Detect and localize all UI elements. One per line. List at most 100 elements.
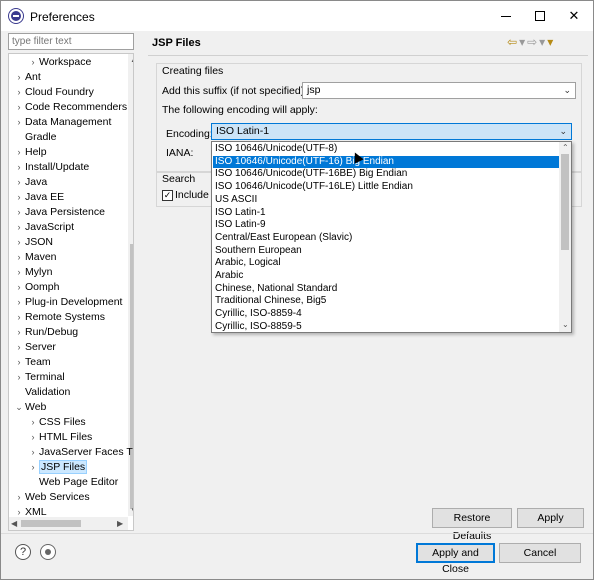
tree-item[interactable]: › Team (13, 355, 51, 370)
scroll-down-icon[interactable]: ▼ (130, 506, 133, 515)
view-menu-icon[interactable]: ▾ (547, 35, 555, 49)
encoding-option[interactable]: ISO Latin-9 (213, 219, 559, 232)
encoding-option[interactable]: Arabic, Logical (213, 257, 559, 270)
forward-menu-icon[interactable]: ▾ (539, 35, 547, 49)
tree-item[interactable]: › Workspace (27, 55, 92, 70)
tree-item[interactable]: › JavaScript (13, 220, 75, 235)
tree-item[interactable]: › JavaServer Faces T (27, 445, 133, 460)
expand-toggle-icon[interactable]: › (13, 220, 25, 235)
expand-toggle-icon[interactable]: › (13, 295, 25, 310)
encoding-option[interactable]: ISO Latin-1 (213, 207, 559, 220)
expand-toggle-icon[interactable]: › (13, 100, 25, 115)
apply-and-close-button[interactable]: Apply and Close (416, 543, 495, 575)
forward-arrow-icon[interactable]: ⇨ (527, 35, 539, 49)
expand-toggle-icon[interactable]: › (13, 490, 25, 505)
suffix-combo[interactable]: jsp ⌄ (302, 82, 576, 99)
help-icon[interactable]: ? (15, 544, 31, 560)
tree-item[interactable]: › Code Recommenders (13, 100, 128, 115)
tree-item[interactable]: › XML (13, 505, 47, 520)
tree-item[interactable]: Web Page Editor (27, 475, 118, 490)
expand-toggle-icon[interactable]: › (13, 370, 25, 385)
expand-toggle-icon[interactable]: › (13, 265, 25, 280)
tree-item[interactable]: › Mylyn (13, 265, 53, 280)
scroll-up-icon[interactable]: ⌃ (562, 143, 569, 152)
expand-toggle-icon[interactable]: › (13, 85, 25, 100)
expand-toggle-icon[interactable]: › (13, 160, 25, 175)
back-menu-icon[interactable]: ▾ (519, 35, 527, 49)
encoding-option[interactable]: Southern European (213, 245, 559, 258)
scroll-left-icon[interactable]: ◀ (11, 519, 17, 528)
expand-toggle-icon[interactable]: › (13, 235, 25, 250)
filter-input[interactable] (8, 33, 134, 50)
scroll-down-icon[interactable]: ⌄ (562, 320, 569, 329)
expand-toggle-icon[interactable]: › (13, 280, 25, 295)
encoding-option[interactable]: Cyrillic, ISO-8859-4 (213, 308, 559, 321)
tree-item[interactable]: › HTML Files (27, 430, 93, 445)
tree-horizontal-scroll-thumb[interactable] (21, 520, 81, 527)
tree-item[interactable]: Validation (13, 385, 70, 400)
expand-toggle-icon[interactable]: › (13, 175, 25, 190)
scroll-right-icon[interactable]: ▶ (117, 519, 123, 528)
tree-item[interactable]: › JSON (13, 235, 54, 250)
encoding-option[interactable]: ISO 10646/Unicode(UTF-16) Big Endian (213, 155, 559, 169)
tree-item[interactable]: › Maven (13, 250, 57, 265)
encoding-option[interactable]: Central/East European (Slavic) (213, 232, 559, 245)
tree-item[interactable]: › Data Management (13, 115, 112, 130)
tree-item[interactable]: › Oomph (13, 280, 60, 295)
scroll-up-icon[interactable]: ▲ (130, 55, 133, 64)
expand-toggle-icon[interactable]: › (13, 115, 25, 130)
encoding-combo[interactable]: ISO Latin-1 ⌄ (211, 123, 572, 140)
expand-toggle-icon[interactable]: › (13, 325, 25, 340)
expand-toggle-icon[interactable]: › (13, 505, 25, 520)
apply-button[interactable]: Apply (517, 508, 584, 528)
dropdown-scroll-thumb[interactable] (561, 154, 569, 250)
include-checkbox[interactable]: ✓ (162, 190, 173, 201)
expand-toggle-icon[interactable]: ⌄ (13, 400, 25, 415)
encoding-option[interactable]: ISO 10646/Unicode(UTF-8) (213, 143, 559, 156)
tree-item[interactable]: › JSP Files (27, 460, 88, 475)
tree-vertical-scroll-thumb[interactable] (130, 244, 133, 509)
open-preference-file-icon[interactable] (40, 544, 56, 560)
expand-toggle-icon[interactable]: › (27, 415, 39, 430)
expand-toggle-icon[interactable]: › (13, 355, 25, 370)
tree-item[interactable]: › Java EE (13, 190, 65, 205)
expand-toggle-icon[interactable]: › (13, 145, 25, 160)
tree-item[interactable]: › CSS Files (27, 415, 86, 430)
expand-toggle-icon[interactable]: › (13, 190, 25, 205)
expand-toggle-icon[interactable]: › (27, 445, 39, 460)
tree-item[interactable]: › Remote Systems (13, 310, 105, 325)
close-button[interactable]: ✕ (557, 1, 591, 31)
tree-item[interactable]: Gradle (13, 130, 57, 145)
tree-item[interactable]: › Run/Debug (13, 325, 79, 340)
tree-item[interactable]: › Web Services (13, 490, 90, 505)
encoding-option[interactable]: Cyrillic, ISO-8859-5 (213, 321, 559, 332)
restore-defaults-button[interactable]: Restore Defaults (432, 508, 512, 542)
expand-toggle-icon[interactable]: › (13, 70, 25, 85)
expand-toggle-icon[interactable]: › (27, 55, 39, 70)
tree-item[interactable]: › Ant (13, 70, 41, 85)
cancel-button[interactable]: Cancel (499, 543, 581, 563)
expand-toggle-icon[interactable]: › (27, 460, 39, 475)
tree-item[interactable]: ⌄ Web (13, 400, 46, 415)
encoding-option[interactable]: Chinese, National Standard (213, 283, 559, 296)
tree-item[interactable]: › Server (13, 340, 56, 355)
expand-toggle-icon[interactable]: › (27, 430, 39, 445)
encoding-option[interactable]: Arabic (213, 270, 559, 283)
encoding-option[interactable]: ISO 10646/Unicode(UTF-16LE) Little Endia… (213, 181, 559, 194)
encoding-option[interactable]: ISO 10646/Unicode(UTF-16BE) Big Endian (213, 168, 559, 181)
tree-item[interactable]: › Java (13, 175, 48, 190)
encoding-option[interactable]: US ASCII (213, 194, 559, 207)
expand-toggle-icon[interactable]: › (13, 205, 25, 220)
tree-item[interactable]: › Java Persistence (13, 205, 105, 220)
tree-item[interactable]: › Help (13, 145, 47, 160)
back-arrow-icon[interactable]: ⇦ (507, 35, 519, 49)
expand-toggle-icon[interactable]: › (13, 310, 25, 325)
maximize-button[interactable] (523, 1, 557, 31)
tree-item[interactable]: › Plug-in Development (13, 295, 123, 310)
tree-item[interactable]: › Cloud Foundry (13, 85, 94, 100)
expand-toggle-icon[interactable]: › (13, 340, 25, 355)
expand-toggle-icon[interactable]: › (13, 250, 25, 265)
dropdown-scrollbar[interactable]: ⌃ ⌄ (559, 142, 571, 332)
tree-item[interactable]: › Terminal (13, 370, 65, 385)
encoding-option[interactable]: Traditional Chinese, Big5 (213, 295, 559, 308)
